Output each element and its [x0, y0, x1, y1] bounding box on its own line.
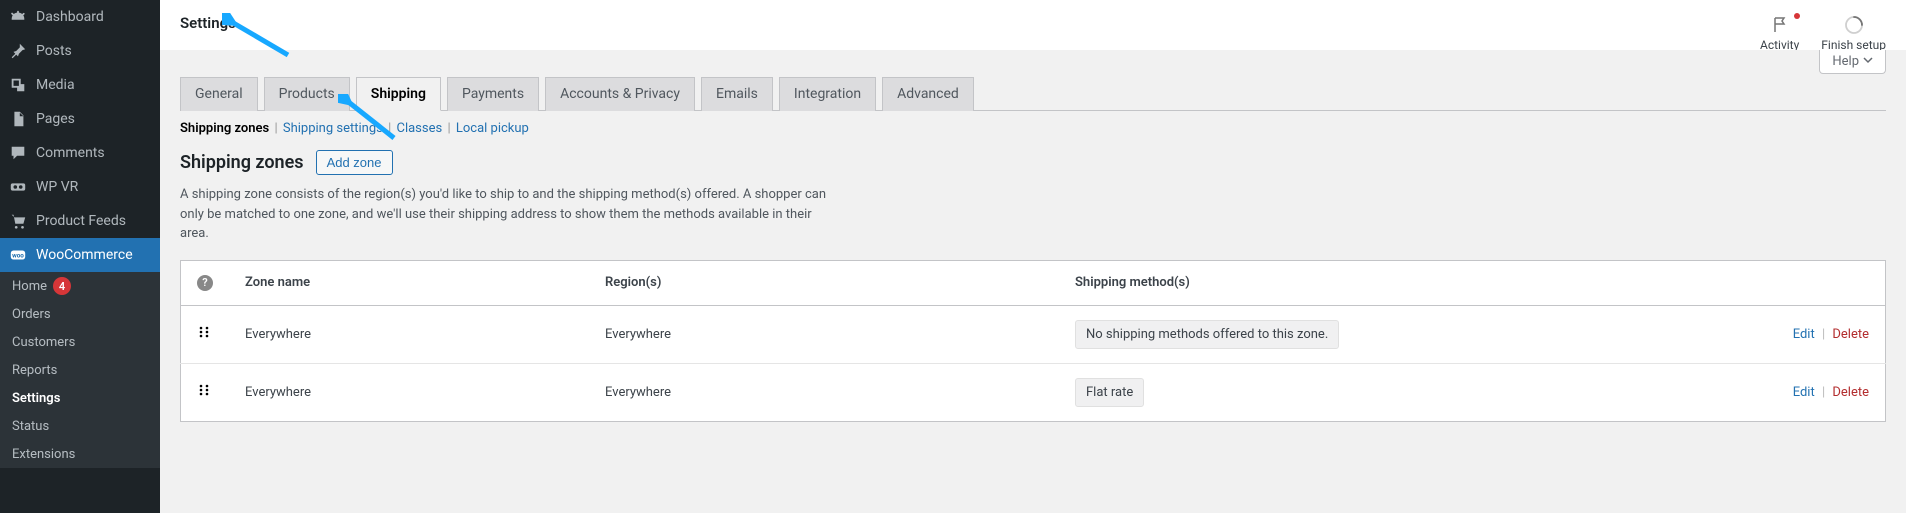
help-icon[interactable]: ?: [197, 275, 213, 291]
chevron-down-icon: [1863, 54, 1873, 69]
settings-tabs: General Products Shipping Payments Accou…: [180, 76, 1886, 111]
pages-icon: [8, 110, 28, 128]
sidebar-item-label: Pages: [36, 111, 75, 127]
tab-emails[interactable]: Emails: [701, 77, 773, 111]
sidebar-item-label: Dashboard: [36, 9, 104, 25]
sidebar-sub-customers[interactable]: Customers: [0, 328, 160, 356]
dashboard-icon: [8, 8, 28, 26]
section-heading: Shipping zones: [180, 152, 304, 173]
alert-dot-icon: [1794, 13, 1800, 19]
count-badge: 4: [53, 277, 71, 295]
subnav-classes[interactable]: Classes: [396, 121, 442, 136]
sidebar-item-comments[interactable]: Comments: [0, 136, 160, 170]
flag-icon: [1760, 14, 1799, 36]
sidebar-item-woocommerce[interactable]: woo WooCommerce: [0, 238, 160, 272]
cell-zone-name[interactable]: Everywhere: [229, 305, 589, 363]
svg-text:woo: woo: [12, 252, 24, 260]
sidebar-item-label: Posts: [36, 43, 72, 59]
finish-setup-button[interactable]: Finish setup: [1821, 14, 1886, 52]
cell-region: Everywhere: [589, 363, 1059, 421]
th-shipping-method: Shipping method(s): [1059, 260, 1746, 305]
cell-shipping-method: No shipping methods offered to this zone…: [1075, 320, 1339, 349]
delete-link[interactable]: Delete: [1832, 327, 1869, 342]
comment-icon: [8, 144, 28, 162]
edit-link[interactable]: Edit: [1793, 385, 1815, 400]
sidebar-item-label: WooCommerce: [36, 247, 133, 263]
th-zone-name: Zone name: [229, 260, 589, 305]
sidebar-sub-status[interactable]: Status: [0, 412, 160, 440]
drag-handle-icon[interactable]: [197, 328, 211, 343]
subnav-local-pickup[interactable]: Local pickup: [456, 121, 529, 136]
wpvr-icon: [8, 178, 28, 196]
tab-integration[interactable]: Integration: [779, 77, 876, 111]
delete-link[interactable]: Delete: [1832, 385, 1869, 400]
pin-icon: [8, 42, 28, 60]
sidebar-item-label: WP VR: [36, 179, 78, 195]
sidebar-sub-extensions[interactable]: Extensions: [0, 440, 160, 468]
tab-accounts-privacy[interactable]: Accounts & Privacy: [545, 77, 695, 111]
cell-shipping-method: Flat rate: [1075, 378, 1144, 407]
sidebar-sub-label: Status: [12, 419, 49, 434]
sidebar-sub-settings[interactable]: Settings: [0, 384, 160, 412]
page-title: Settings: [180, 14, 236, 32]
sidebar-sub-label: Orders: [12, 307, 51, 322]
sidebar-sub-label: Customers: [12, 335, 75, 350]
add-zone-button[interactable]: Add zone: [316, 150, 393, 175]
tab-shipping[interactable]: Shipping: [356, 77, 441, 111]
activity-button[interactable]: Activity: [1760, 14, 1799, 52]
sidebar-item-pages[interactable]: Pages: [0, 102, 160, 136]
sidebar-sub-reports[interactable]: Reports: [0, 356, 160, 384]
tab-general[interactable]: General: [180, 77, 258, 111]
section-description: A shipping zone consists of the region(s…: [180, 185, 840, 244]
sidebar-item-label: Comments: [36, 145, 105, 161]
tab-payments[interactable]: Payments: [447, 77, 539, 111]
cell-region: Everywhere: [589, 305, 1059, 363]
sidebar-item-dashboard[interactable]: Dashboard: [0, 0, 160, 34]
sidebar-sub-label: Home: [12, 279, 47, 294]
th-region: Region(s): [589, 260, 1059, 305]
table-row: Everywhere Everywhere Flat rate Edit | D…: [181, 363, 1886, 421]
progress-circle-icon: [1821, 14, 1886, 36]
woocommerce-icon: woo: [8, 246, 28, 264]
tab-advanced[interactable]: Advanced: [882, 77, 974, 111]
subnav-shipping-settings[interactable]: Shipping settings: [283, 121, 383, 136]
content-area: Help General Products Shipping Payments …: [160, 50, 1906, 513]
sidebar-item-label: Media: [36, 77, 75, 93]
cart-icon: [8, 212, 28, 230]
tab-products[interactable]: Products: [264, 77, 350, 111]
shipping-subnav: Shipping zones | Shipping settings | Cla…: [180, 121, 1886, 136]
sidebar-item-product-feeds[interactable]: Product Feeds: [0, 204, 160, 238]
drag-handle-icon[interactable]: [197, 386, 211, 401]
subnav-shipping-zones[interactable]: Shipping zones: [180, 121, 269, 136]
sidebar-sub-label: Reports: [12, 363, 57, 378]
shipping-zones-table: ? Zone name Region(s) Shipping method(s)…: [180, 260, 1886, 422]
sidebar-sub-label: Extensions: [12, 447, 75, 462]
edit-link[interactable]: Edit: [1793, 327, 1815, 342]
cell-zone-name[interactable]: Everywhere: [229, 363, 589, 421]
sidebar-sub-label: Settings: [12, 391, 60, 406]
help-tab[interactable]: Help: [1819, 50, 1886, 74]
sidebar-item-wpvr[interactable]: WP VR: [0, 170, 160, 204]
top-actions: Activity Finish setup: [1760, 14, 1886, 52]
help-label: Help: [1832, 54, 1859, 69]
media-icon: [8, 76, 28, 94]
sidebar-item-label: Product Feeds: [36, 213, 126, 229]
admin-sidebar: Dashboard Posts Media Pages Comments WP …: [0, 0, 160, 513]
sidebar-sub-home[interactable]: Home 4: [0, 272, 160, 300]
sidebar-item-posts[interactable]: Posts: [0, 34, 160, 68]
table-row: Everywhere Everywhere No shipping method…: [181, 305, 1886, 363]
sidebar-item-media[interactable]: Media: [0, 68, 160, 102]
sidebar-sub-orders[interactable]: Orders: [0, 300, 160, 328]
